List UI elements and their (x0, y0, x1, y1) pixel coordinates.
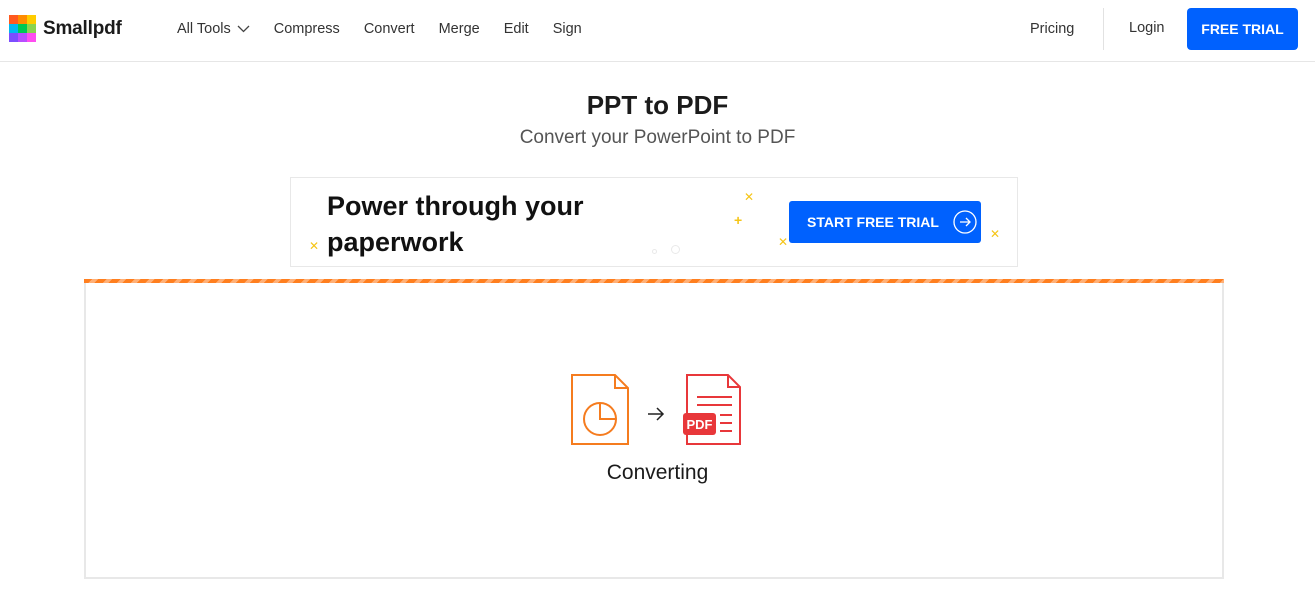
free-trial-button[interactable]: FREE TRIAL (1187, 8, 1298, 50)
login-link[interactable]: Login (1129, 20, 1164, 36)
logo-icon (9, 15, 36, 42)
nav-compress[interactable]: Compress (274, 21, 340, 37)
promo-banner: Power through your paperwork ✕ ✕ + ✕ ✕ S… (290, 177, 1018, 267)
logo-square (18, 33, 27, 42)
start-free-trial-label: START FREE TRIAL (807, 214, 939, 230)
sparkle-icon: ✕ (778, 235, 789, 249)
conversion-icons: PDF (571, 374, 741, 445)
brand-name: Smallpdf (43, 17, 122, 39)
nav-convert[interactable]: Convert (364, 21, 415, 37)
banner-headline-line1: Power through your (327, 191, 584, 221)
sparkle-icon: ✕ (744, 190, 755, 204)
arrow-right-icon (648, 407, 665, 421)
page-title: PPT to PDF (586, 90, 729, 120)
nav-divider (1103, 8, 1104, 50)
banner-headline: Power through your paperwork (327, 188, 584, 260)
main-nav: All Tools Compress Convert Merge Edit Si… (177, 0, 606, 58)
nav-edit[interactable]: Edit (504, 21, 529, 37)
logo-square (9, 24, 18, 33)
sparkle-plus-icon: + (734, 212, 743, 228)
arrow-right-circle-icon (953, 210, 977, 234)
start-free-trial-button[interactable]: START FREE TRIAL (789, 201, 981, 243)
decor-dot (652, 249, 657, 254)
logo-square (27, 24, 36, 33)
banner-headline-line2: paperwork (327, 227, 464, 257)
pdf-file-icon: PDF (683, 374, 741, 445)
ppt-file-icon (571, 374, 629, 445)
nav-all-tools[interactable]: All Tools (177, 21, 250, 37)
converting-status: Converting (606, 461, 709, 484)
page-subtitle: Convert your PowerPoint to PDF (519, 127, 796, 148)
logo-square (18, 24, 27, 33)
logo-square (9, 33, 18, 42)
sparkle-icon: ✕ (990, 227, 1001, 241)
nav-all-tools-label: All Tools (177, 21, 231, 37)
logo-square (27, 33, 36, 42)
logo-square (9, 15, 18, 24)
right-nav: Pricing (1030, 0, 1074, 58)
logo-square (18, 15, 27, 24)
nav-sign[interactable]: Sign (553, 21, 582, 37)
logo-square (27, 15, 36, 24)
nav-merge[interactable]: Merge (439, 21, 480, 37)
sparkle-icon: ✕ (309, 239, 320, 253)
chevron-down-icon (237, 25, 250, 33)
smallpdf-logo[interactable]: Smallpdf (9, 15, 122, 42)
pricing-link[interactable]: Pricing (1030, 21, 1074, 37)
top-navigation-bar: Smallpdf All Tools Compress Convert Merg… (0, 0, 1315, 62)
pdf-badge: PDF (687, 417, 713, 432)
decor-circle (671, 245, 680, 254)
